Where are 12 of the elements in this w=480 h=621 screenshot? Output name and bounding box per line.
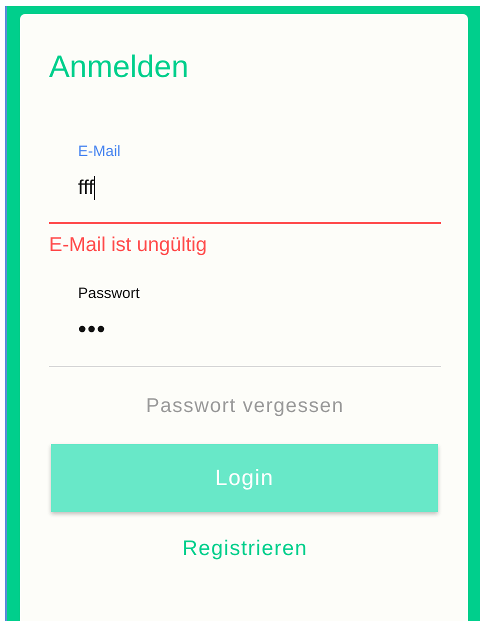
forgot-password-link[interactable]: Passwort vergessen (146, 395, 344, 418)
field-value: ••• (78, 316, 106, 344)
login-button[interactable]: Login (51, 444, 438, 512)
password-field[interactable]: Passwort ••• (49, 257, 441, 368)
form-title: Anmelden (49, 48, 190, 86)
register-link[interactable]: Registrieren (182, 537, 308, 562)
email-field[interactable]: E-Mail fff (49, 85, 441, 224)
field-value: fff (78, 176, 94, 200)
text-cursor (94, 176, 95, 200)
field-label: Passwort (78, 285, 140, 302)
error-message: E-Mail ist ungültig (49, 234, 208, 258)
field-label: E-Mail (78, 143, 121, 160)
